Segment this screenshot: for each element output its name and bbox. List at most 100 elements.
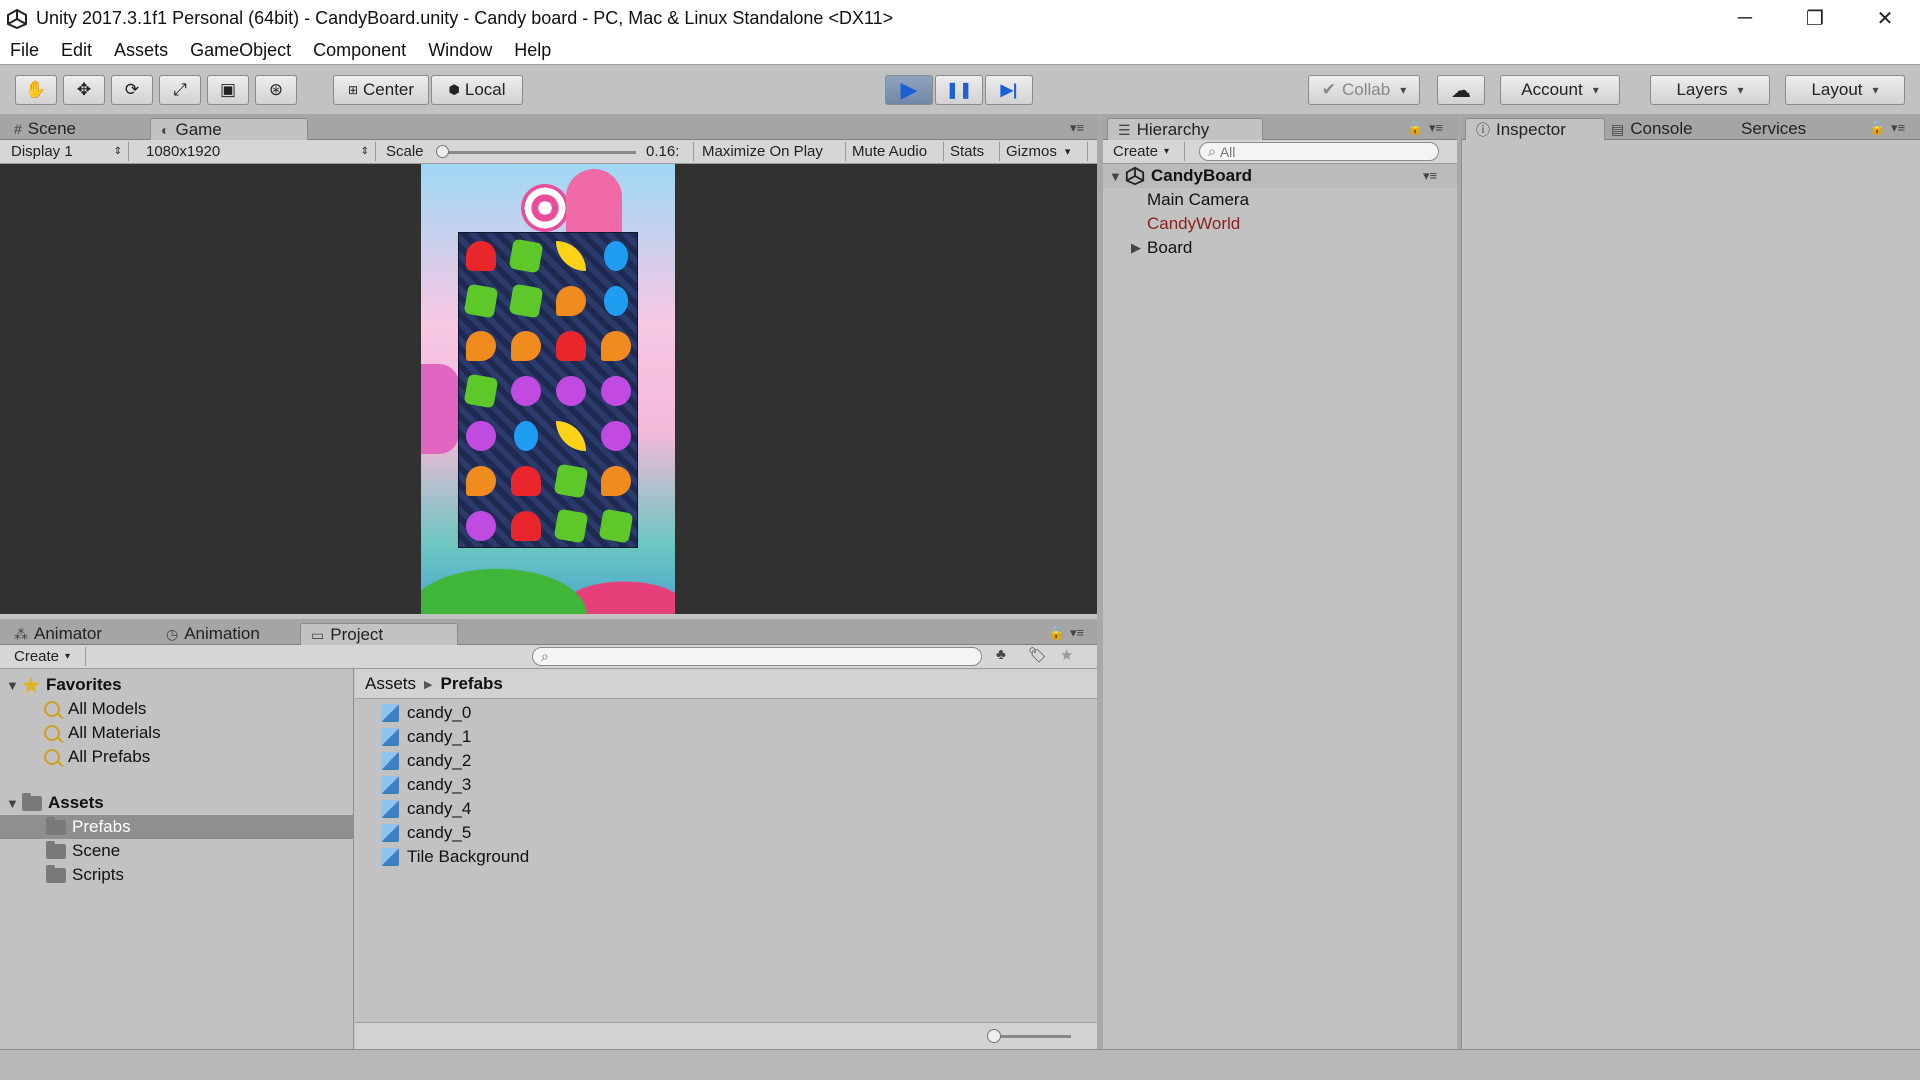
lock-icon[interactable]: 🔒: [1048, 625, 1064, 641]
rotate-tool-icon: ⟳: [124, 80, 140, 99]
menu-edit[interactable]: Edit: [61, 40, 92, 61]
display-dropdown[interactable]: Display 1 ⇕: [5, 142, 129, 161]
candy-green-icon: [463, 373, 499, 409]
file-candy-5[interactable]: candy_5: [381, 821, 471, 845]
splitter-left[interactable]: [1097, 114, 1103, 1049]
tab-inspector[interactable]: ⓘ Inspector: [1465, 118, 1605, 141]
file-candy-1[interactable]: candy_1: [381, 725, 471, 749]
layout-dropdown[interactable]: Layout: [1785, 75, 1905, 105]
tab-scene[interactable]: # Scene: [4, 118, 154, 140]
candy-board: [458, 232, 638, 548]
tab-console[interactable]: ▤ Console: [1601, 118, 1721, 140]
panel-menu-icon[interactable]: ▾≡: [1429, 120, 1443, 136]
favorite-all-models[interactable]: All Models: [44, 697, 146, 721]
menu-assets[interactable]: Assets: [114, 40, 168, 61]
hierarchy-item-candyworld[interactable]: CandyWorld: [1147, 212, 1240, 236]
step-button[interactable]: ▶|: [985, 75, 1033, 105]
expand-down-icon[interactable]: ▼: [1109, 169, 1125, 184]
tab-hierarchy[interactable]: ☰ Hierarchy: [1107, 118, 1263, 141]
scale-tool-button[interactable]: ⤢: [159, 75, 201, 105]
project-create-dropdown[interactable]: Create ▾: [8, 647, 86, 666]
gizmos-dropdown[interactable]: Gizmos ▾: [1000, 142, 1088, 161]
breadcrumb-separator-icon: ▶: [424, 678, 433, 691]
menu-gameobject[interactable]: GameObject: [190, 40, 291, 61]
favorites-label: Favorites: [45, 675, 122, 694]
account-dropdown[interactable]: Account: [1500, 75, 1620, 105]
folder-scripts[interactable]: Scripts: [46, 863, 124, 887]
search-by-label-icon[interactable]: 🏷: [1028, 646, 1047, 664]
game-viewport[interactable]: [0, 164, 1097, 614]
panel-menu-icon[interactable]: ▾≡: [1070, 625, 1084, 641]
hierarchy-create-dropdown[interactable]: Create ▾: [1107, 142, 1185, 161]
stats-toggle[interactable]: Stats: [944, 142, 1000, 161]
candy-orange-icon: [466, 466, 496, 496]
tab-services[interactable]: Services: [1731, 118, 1841, 140]
mute-audio-toggle[interactable]: Mute Audio: [846, 142, 944, 161]
lock-icon[interactable]: 🔒: [1407, 120, 1423, 136]
layers-dropdown[interactable]: Layers: [1650, 75, 1770, 105]
splitter-right[interactable]: [1457, 114, 1461, 1049]
scale-slider-thumb[interactable]: [436, 145, 449, 158]
maximize-on-play-toggle[interactable]: Maximize On Play: [696, 142, 846, 161]
expand-down-icon[interactable]: ▼: [6, 678, 22, 693]
scene-menu-icon[interactable]: ▾≡: [1423, 168, 1437, 184]
hierarchy-item-main-camera[interactable]: Main Camera: [1147, 188, 1249, 212]
scale-slider-track[interactable]: [440, 151, 636, 154]
move-tool-button[interactable]: ✥: [63, 75, 105, 105]
minimize-button[interactable]: ─: [1710, 0, 1780, 37]
expand-right-icon[interactable]: ▶: [1131, 240, 1147, 256]
main-toolbar: ✋ ✥ ⟳ ⤢ ▣ ⊛ ⊞ Center ⬢ Local ▶ ❚❚ ▶| ✔ Coll…: [0, 64, 1920, 114]
tab-animator[interactable]: ⁂ Animator: [4, 623, 164, 645]
rect-tool-button[interactable]: ▣: [207, 75, 249, 105]
updown-icon: ⇕: [113, 146, 122, 157]
expand-down-icon[interactable]: ▼: [6, 796, 22, 811]
panel-menu-icon[interactable]: ▾≡: [1891, 120, 1905, 136]
close-button[interactable]: ✕: [1850, 0, 1920, 37]
breadcrumb-current[interactable]: Prefabs: [441, 674, 503, 694]
file-candy-3[interactable]: candy_3: [381, 773, 471, 797]
icon-size-slider-thumb[interactable]: [987, 1029, 1001, 1043]
menu-component[interactable]: Component: [313, 40, 406, 61]
tab-game[interactable]: ◐ Game: [150, 118, 308, 141]
space-local-button[interactable]: ⬢ Local: [431, 75, 523, 105]
play-icon: ▶: [900, 77, 918, 102]
assets-row[interactable]: ▼ Assets: [6, 791, 104, 815]
icon-size-slider-track[interactable]: [991, 1035, 1071, 1038]
hand-tool-button[interactable]: ✋: [15, 75, 57, 105]
tab-project[interactable]: ▭ Project: [300, 623, 458, 646]
resolution-dropdown[interactable]: 1080x1920 ⇕: [140, 142, 376, 161]
file-candy-4[interactable]: candy_4: [381, 797, 471, 821]
play-button[interactable]: ▶: [885, 75, 933, 105]
step-icon: ▶|: [1000, 82, 1018, 99]
breadcrumb-root[interactable]: Assets: [365, 674, 416, 694]
favorite-all-prefabs[interactable]: All Prefabs: [44, 745, 150, 769]
hierarchy-search-input[interactable]: ⌕ All: [1199, 142, 1439, 161]
rotate-tool-button[interactable]: ⟳: [111, 75, 153, 105]
folder-prefabs[interactable]: Prefabs: [46, 815, 131, 839]
menu-window[interactable]: Window: [428, 40, 492, 61]
pivot-center-button[interactable]: ⊞ Center: [333, 75, 429, 105]
scene-root-row[interactable]: ▼ CandyBoard: [1109, 164, 1252, 188]
pause-button[interactable]: ❚❚: [935, 75, 983, 105]
favorite-all-materials[interactable]: All Materials: [44, 721, 161, 745]
favorites-row[interactable]: ▼ ★ Favorites: [6, 673, 122, 697]
file-tile-background[interactable]: Tile Background: [381, 845, 529, 869]
favorite-star-icon[interactable]: ★: [1060, 646, 1073, 664]
transform-tool-button[interactable]: ⊛: [255, 75, 297, 105]
lock-icon[interactable]: 🔒: [1869, 120, 1885, 136]
menu-file[interactable]: File: [10, 40, 39, 61]
collab-dropdown[interactable]: ✔ Collab: [1308, 75, 1420, 105]
candy-green-icon: [553, 508, 589, 544]
project-search-input[interactable]: ⌕: [532, 647, 982, 666]
menu-help[interactable]: Help: [514, 40, 551, 61]
file-candy-2[interactable]: candy_2: [381, 749, 471, 773]
tab-animation[interactable]: ◷ Animation: [156, 623, 306, 645]
hierarchy-item-board[interactable]: ▶ Board: [1131, 236, 1192, 260]
search-by-type-icon[interactable]: ♣: [996, 646, 1006, 663]
space-label: Local: [464, 80, 506, 99]
folder-scene[interactable]: Scene: [46, 839, 120, 863]
panel-menu-icon[interactable]: ▾≡: [1070, 120, 1084, 136]
restore-button[interactable]: ❐: [1780, 0, 1850, 37]
cloud-button[interactable]: ☁: [1437, 75, 1485, 105]
file-candy-0[interactable]: candy_0: [381, 701, 471, 725]
